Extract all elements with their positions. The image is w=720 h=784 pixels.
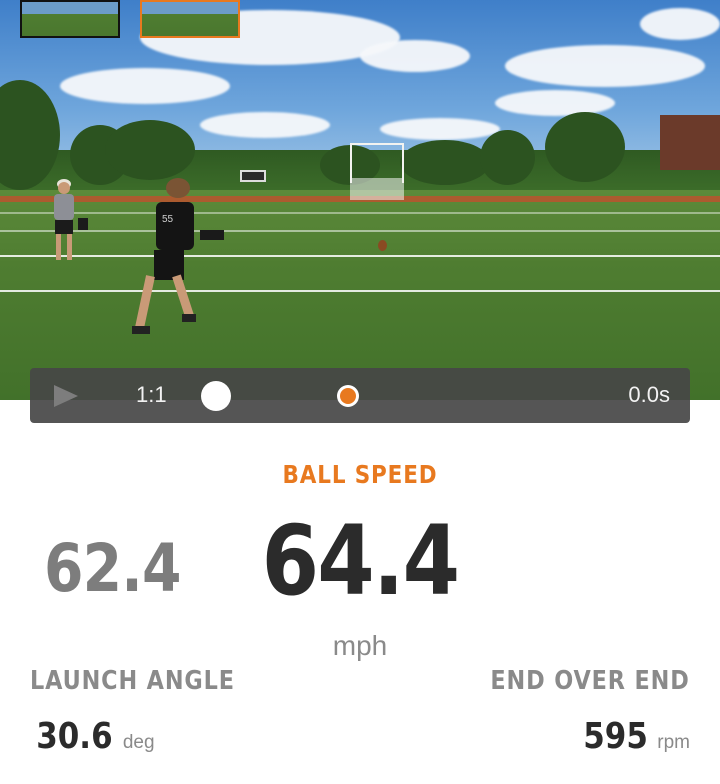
- secondary-metric-value: 62.4: [44, 530, 181, 607]
- coach-figure: [54, 179, 88, 260]
- impact-marker[interactable]: [337, 385, 359, 407]
- playback-time: 0.0s: [628, 382, 670, 407]
- video-frame: 55: [0, 0, 720, 400]
- launch-angle-value: 30.6: [36, 716, 113, 757]
- cloud: [495, 90, 615, 116]
- kicking-block: [200, 230, 224, 240]
- yard-line: [0, 290, 720, 292]
- kicker-figure: 55: [132, 178, 196, 334]
- launch-angle-label: LAUNCH ANGLE: [30, 666, 235, 696]
- ball-speed-label: BALL SPEED: [282, 460, 438, 489]
- scoreboard: [240, 170, 266, 182]
- ball-speed-unit: mph: [332, 630, 388, 661]
- yard-line: [0, 230, 720, 232]
- tree: [400, 140, 490, 185]
- tree: [480, 130, 535, 185]
- end-over-end-stat: 595 rpm: [578, 716, 690, 757]
- cloud: [380, 118, 500, 140]
- clip-thumbnail-selected[interactable]: [140, 0, 240, 38]
- yard-line: [0, 212, 720, 214]
- cloud: [505, 45, 705, 87]
- playback-control-bar: 1:1 0.0s: [30, 368, 690, 423]
- end-over-end-value: 595: [583, 716, 649, 757]
- play-icon[interactable]: [52, 384, 80, 408]
- goalpost: [350, 143, 404, 183]
- cloud: [60, 68, 230, 104]
- tree: [105, 120, 195, 180]
- cloud: [640, 8, 720, 40]
- launch-angle-unit: deg: [122, 732, 155, 753]
- launch-angle-stat: 30.6 deg: [30, 716, 155, 757]
- clip-thumbnail[interactable]: [20, 0, 120, 38]
- ball-speed-value: 64.4: [261, 505, 461, 617]
- football: [378, 240, 387, 251]
- cloud: [360, 40, 470, 72]
- end-over-end-unit: rpm: [657, 732, 690, 753]
- building: [660, 115, 720, 170]
- end-over-end-label: END OVER END: [490, 666, 690, 696]
- cloud: [200, 112, 330, 138]
- scrubber-handle[interactable]: [201, 381, 231, 411]
- playback-speed-label[interactable]: 1:1: [136, 382, 167, 408]
- yard-line: [0, 255, 720, 257]
- svg-text:55: 55: [162, 214, 174, 225]
- tree: [545, 112, 625, 182]
